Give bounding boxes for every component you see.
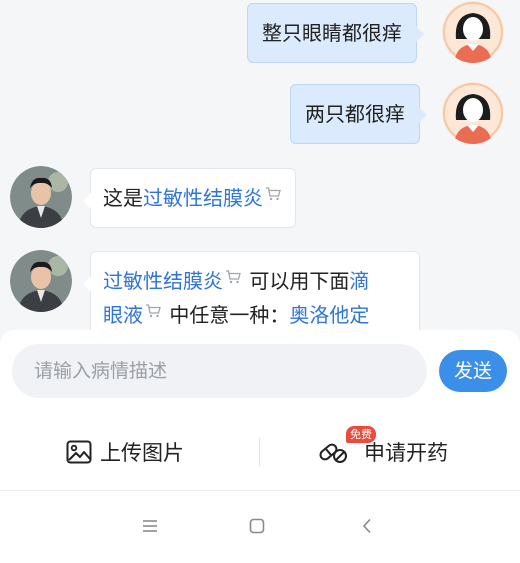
diagnosis-link[interactable]: 过敏性结膜炎 <box>143 186 263 210</box>
cart-icon[interactable] <box>265 187 281 201</box>
user-avatar[interactable] <box>442 82 504 144</box>
image-upload-icon <box>66 440 92 464</box>
doctor-avatar[interactable] <box>10 250 72 312</box>
back-button[interactable] <box>352 511 382 541</box>
user-message-bubble: 两只都很痒 <box>290 84 427 144</box>
medicine-link[interactable]: 奥洛他定 <box>289 303 369 327</box>
chat-area: 整只眼睛都很痒 两只都很痒 这是过敏性结膜炎 过敏性结膜炎 可以用下面滴 眼液 … <box>0 0 520 330</box>
message-text: 可以用下面 <box>243 269 350 293</box>
message-text: 这是 <box>103 186 143 210</box>
doctor-message-bubble: 过敏性结膜炎 可以用下面滴 眼液 中任意一种：奥洛他定 <box>83 251 420 330</box>
medicine-link[interactable]: 眼液 <box>103 303 143 327</box>
menu-icon <box>143 520 157 532</box>
system-nav-bar <box>0 490 520 563</box>
symptom-input[interactable]: 请输入病情描述 <box>12 344 427 398</box>
free-badge: 免费 <box>346 426 376 443</box>
pill-icon <box>319 443 347 463</box>
medicine-link[interactable]: 滴 <box>349 269 369 293</box>
user-avatar[interactable] <box>442 1 504 63</box>
divider <box>259 438 260 466</box>
input-panel: 请输入病情描述 发送 上传图片 申请开药 免费 <box>0 330 520 490</box>
message-text: 中任意一种： <box>163 303 290 327</box>
upload-image-label: 上传图片 <box>100 441 184 465</box>
home-button[interactable] <box>242 511 272 541</box>
send-button[interactable]: 发送 <box>439 350 507 392</box>
upload-image-button[interactable]: 上传图片 <box>66 430 184 474</box>
back-icon <box>362 518 371 534</box>
menu-button[interactable] <box>135 511 165 541</box>
doctor-message-bubble: 这是过敏性结膜炎 <box>83 168 296 228</box>
request-prescription-label: 申请开药 <box>364 441 448 465</box>
diagnosis-link[interactable]: 过敏性结膜炎 <box>103 269 223 293</box>
user-message-bubble: 整只眼睛都很痒 <box>247 3 424 63</box>
cart-icon[interactable] <box>225 270 241 284</box>
home-icon <box>249 518 265 534</box>
doctor-avatar[interactable] <box>10 166 72 228</box>
cart-icon[interactable] <box>145 304 161 318</box>
request-prescription-button[interactable]: 申请开药 <box>318 430 448 474</box>
